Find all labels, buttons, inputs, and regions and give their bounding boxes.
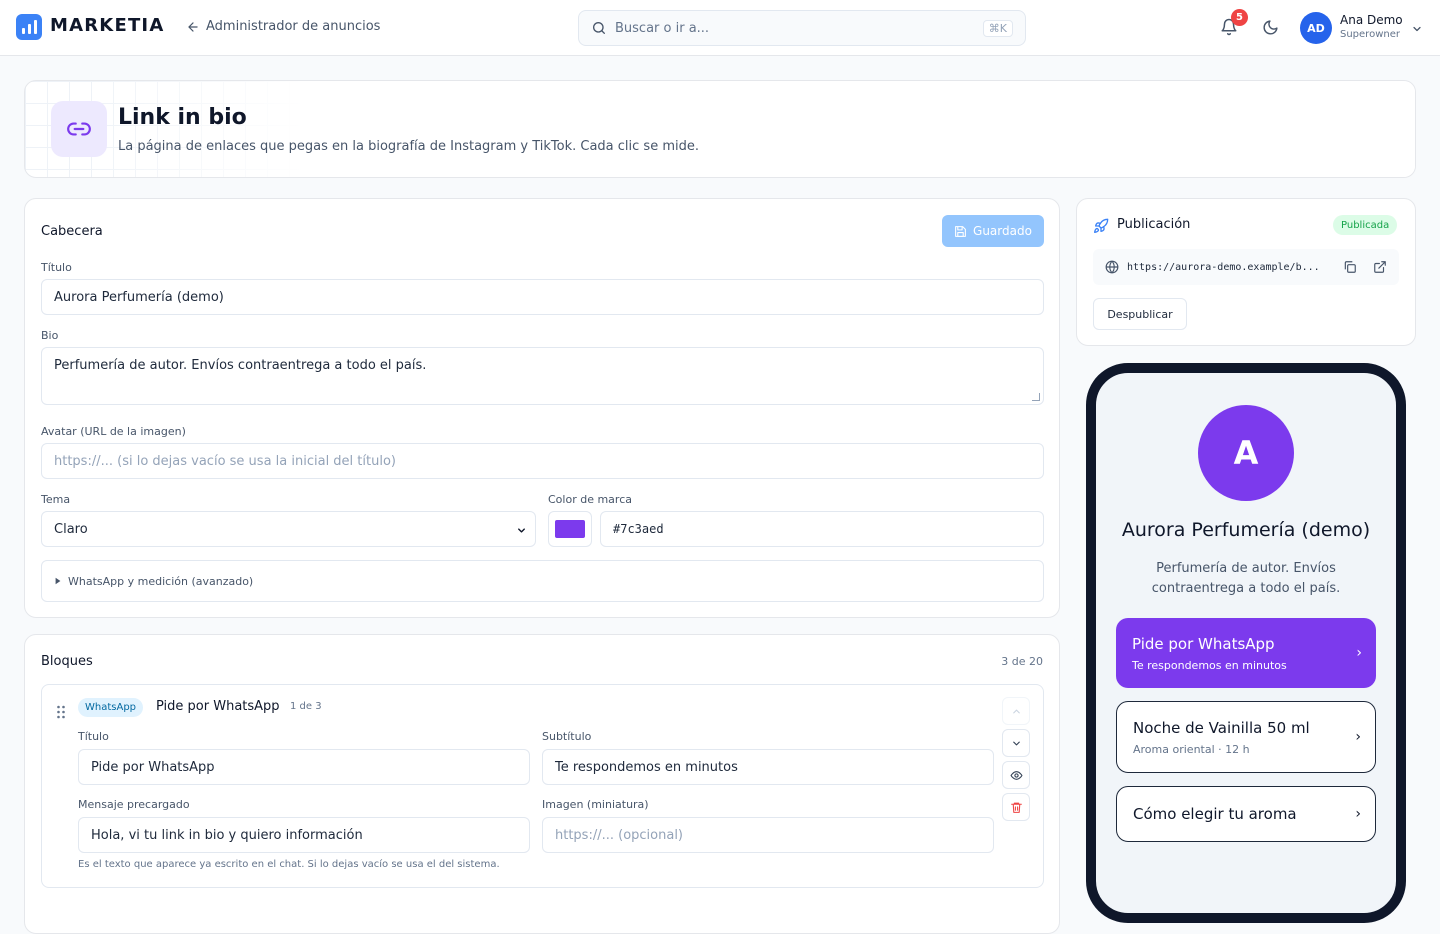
link-icon: [51, 101, 107, 157]
status-badge: Publicada: [1333, 215, 1398, 235]
preview-link-button[interactable]: Cómo elegir tu aroma ›: [1116, 786, 1376, 842]
theme-label: Tema: [41, 493, 71, 506]
preview-link-title: Cómo elegir tu aroma: [1133, 805, 1297, 823]
avatar-url-input[interactable]: https://... (si lo dejas vacío se usa la…: [41, 443, 1044, 479]
notification-badge: 5: [1231, 9, 1248, 26]
external-link-icon[interactable]: [1373, 260, 1387, 274]
block-subtitle-input[interactable]: Te respondemos en minutos: [542, 749, 994, 785]
back-link-label: Administrador de anuncios: [206, 19, 381, 34]
theme-select[interactable]: Claro: [41, 511, 536, 547]
chart-bars-icon[interactable]: [16, 14, 42, 40]
user-role: Superowner: [1340, 29, 1400, 40]
title-input[interactable]: Aurora Perfumería (demo): [41, 279, 1044, 315]
theme-selected-value: Claro: [54, 521, 88, 537]
save-button-label: Guardado: [973, 224, 1032, 238]
block-image-input[interactable]: https://... (opcional): [542, 817, 994, 853]
search-input[interactable]: Buscar o ir a...: [615, 21, 975, 36]
title-label: Título: [41, 261, 72, 274]
trash-icon: [1010, 801, 1023, 814]
page-subtitle: La página de enlaces que pegas en la bio…: [118, 139, 699, 154]
drag-handle-icon[interactable]: [56, 705, 66, 719]
back-link[interactable]: Administrador de anuncios: [186, 19, 380, 34]
move-down-button[interactable]: [1002, 729, 1030, 757]
bio-label: Bio: [41, 329, 59, 342]
block-type-chip: WhatsApp: [78, 698, 144, 717]
copy-icon[interactable]: [1343, 260, 1357, 274]
moon-icon[interactable]: [1262, 19, 1279, 36]
public-url[interactable]: https://aurora-demo.example/b...: [1127, 262, 1335, 273]
unpublish-button[interactable]: Despublicar: [1093, 298, 1187, 330]
avatar-url-label: Avatar (URL de la imagen): [41, 425, 186, 438]
advanced-settings-toggle[interactable]: WhatsApp y medición (avanzado): [41, 560, 1044, 602]
page-title: Link in bio: [118, 105, 247, 130]
search-bar[interactable]: Buscar o ir a... ⌘K: [578, 10, 1026, 46]
block-message-input[interactable]: Hola, vi tu link in bio y quiero informa…: [78, 817, 530, 853]
block-image-label: Imagen (miniatura): [542, 798, 649, 811]
search-shortcut: ⌘K: [982, 19, 1013, 37]
preview-link-title: Noche de Vainilla 50 ml: [1133, 718, 1310, 737]
chevron-up-icon: [1011, 706, 1022, 717]
block-title-label: Título: [78, 730, 109, 743]
publication-title: Publicación: [1117, 217, 1191, 232]
bio-textarea[interactable]: Perfumería de autor. Envíos contraentreg…: [41, 347, 1044, 405]
brand-color-input[interactable]: #7c3aed: [600, 511, 1044, 547]
move-up-button[interactable]: [1002, 697, 1030, 725]
page-header: Link in bio La página de enlaces que peg…: [24, 80, 1416, 178]
block-subtitle-label: Subtítulo: [542, 730, 592, 743]
caret-right-icon: [54, 577, 62, 585]
search-icon: [591, 20, 607, 36]
block-title-input[interactable]: Pide por WhatsApp: [78, 749, 530, 785]
preview-name: Aurora Perfumería (demo): [1121, 519, 1371, 541]
chevron-down-icon: [1011, 738, 1022, 749]
preview-link-button[interactable]: Noche de Vainilla 50 ml Aroma oriental ·…: [1116, 701, 1376, 773]
chevron-right-icon: ›: [1356, 645, 1362, 661]
color-picker[interactable]: [548, 511, 592, 547]
chevron-down-icon[interactable]: [1411, 23, 1423, 35]
header-settings-card: Cabecera Guardado Título Aurora Perfumer…: [24, 198, 1060, 618]
rocket-icon: [1093, 218, 1109, 234]
delete-block-button[interactable]: [1002, 793, 1030, 821]
eye-icon: [1009, 769, 1023, 782]
color-swatch: [555, 520, 585, 538]
brand-name[interactable]: MARKETIA: [50, 15, 164, 36]
bio-text: Perfumería de autor. Envíos contraentreg…: [54, 358, 427, 373]
user-name[interactable]: Ana Demo: [1340, 13, 1403, 27]
top-bar: MARKETIA Administrador de anuncios Busca…: [0, 0, 1440, 56]
chevron-right-icon: ›: [1355, 729, 1361, 745]
brand-color-label: Color de marca: [548, 493, 632, 506]
chevron-right-icon: ›: [1355, 806, 1361, 822]
resize-handle[interactable]: [1032, 393, 1040, 401]
toggle-visibility-button[interactable]: [1002, 761, 1030, 789]
block-name: Pide por WhatsApp: [156, 699, 280, 714]
section-title: Bloques: [41, 654, 93, 669]
public-url-box: https://aurora-demo.example/b...: [1093, 249, 1399, 285]
save-button[interactable]: Guardado: [942, 215, 1044, 247]
globe-icon: [1105, 260, 1119, 274]
section-title: Cabecera: [41, 224, 103, 239]
preview-avatar: A: [1198, 405, 1294, 501]
preview-link-subtitle: Te respondemos en minutos: [1132, 658, 1287, 672]
block-index: 1 de 3: [290, 701, 322, 712]
block-item: WhatsApp Pide por WhatsApp 1 de 3 Título…: [41, 684, 1044, 888]
block-message-label: Mensaje precargado: [78, 798, 190, 811]
blocks-count: 3 de 20: [1001, 655, 1043, 668]
blocks-card: Bloques 3 de 20 WhatsApp Pide por WhatsA…: [24, 634, 1060, 934]
preview-bio: Perfumería de autor. Envíos contraentreg…: [1151, 561, 1341, 596]
chevron-down-icon: [516, 525, 527, 536]
advanced-settings-label: WhatsApp y medición (avanzado): [68, 574, 254, 588]
preview-link-subtitle: Aroma oriental · 12 h: [1133, 742, 1250, 756]
save-icon: [954, 225, 967, 238]
avatar[interactable]: AD: [1300, 12, 1332, 44]
phone-preview: A Aurora Perfumería (demo) Perfumería de…: [1086, 363, 1406, 923]
preview-link-button[interactable]: Pide por WhatsApp Te respondemos en minu…: [1116, 618, 1376, 688]
preview-link-title: Pide por WhatsApp: [1132, 634, 1275, 653]
block-message-hint: Es el texto que aparece ya escrito en el…: [78, 859, 500, 870]
arrow-left-icon: [186, 20, 200, 34]
